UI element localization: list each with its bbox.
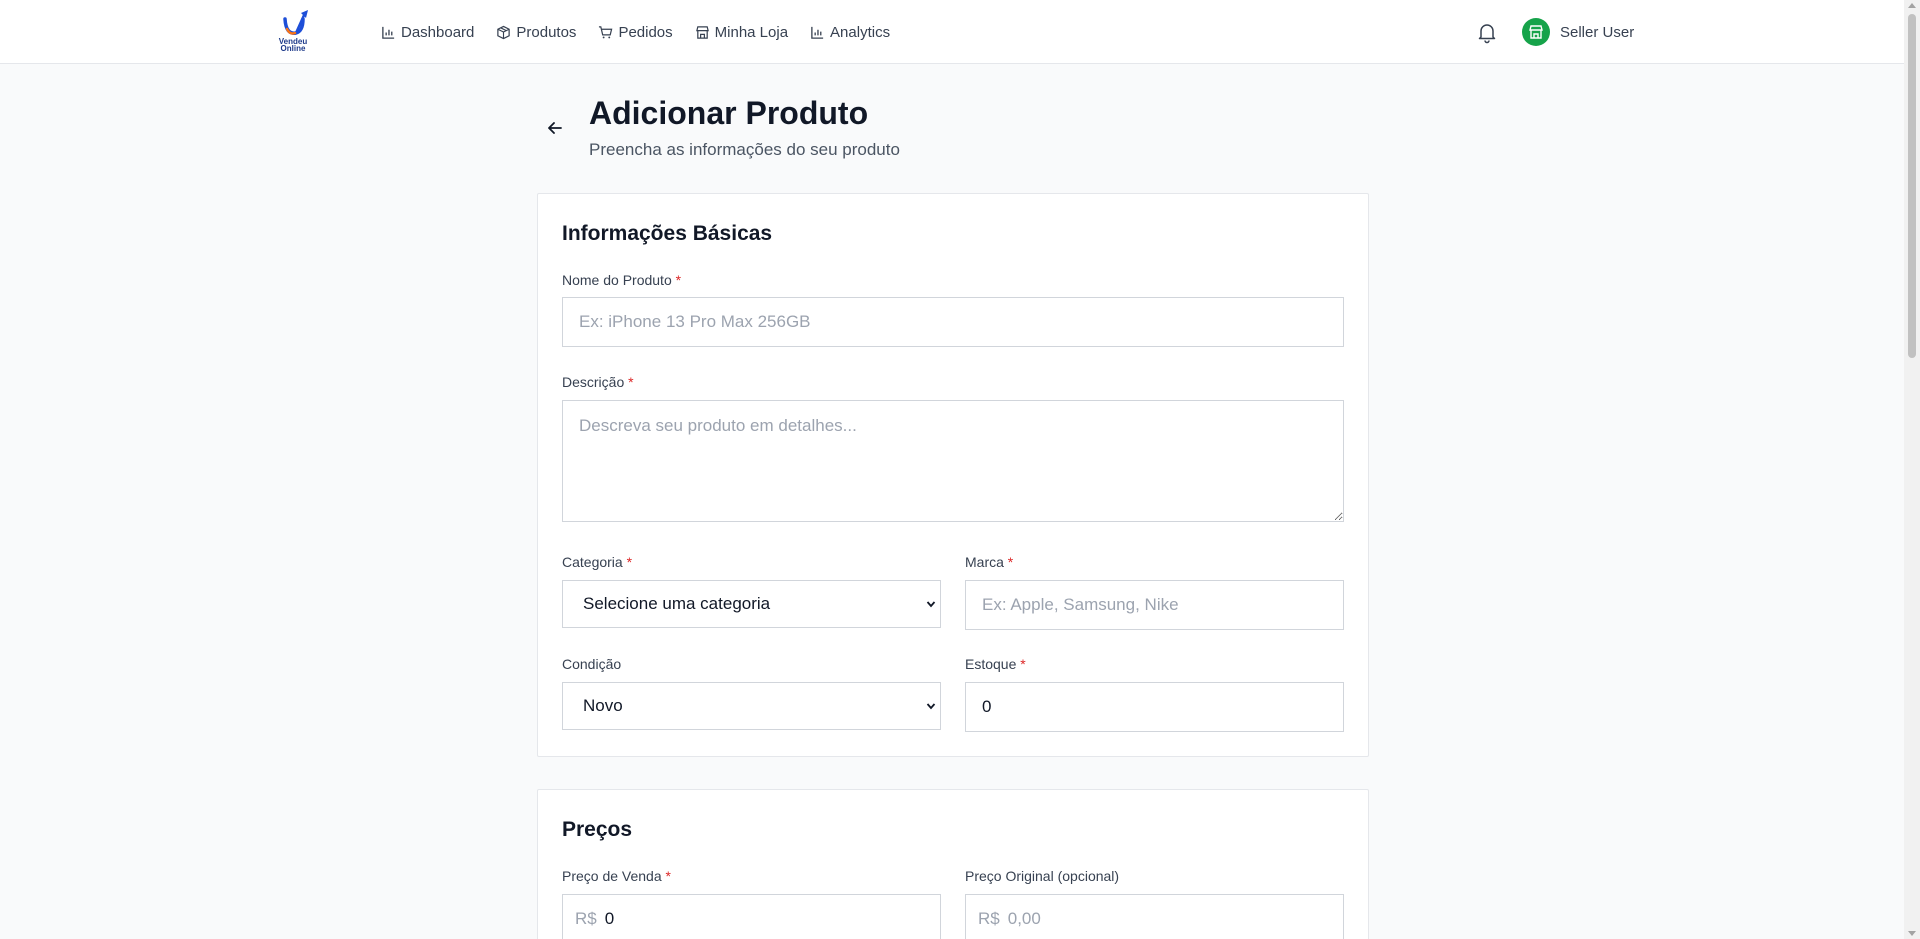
condition-select-value: Novo [583, 696, 623, 715]
original-price-label: Preço Original (opcional) [965, 868, 1120, 884]
required-marker: * [1007, 554, 1014, 570]
original-price-input[interactable]: R$ 0,00 [965, 894, 1344, 939]
notifications-bell-icon[interactable] [1475, 20, 1499, 44]
section-title-pricing: Preços [562, 818, 633, 841]
scroll-down-arrow-icon[interactable] [1908, 931, 1916, 936]
nav-item-dashboard[interactable]: Dashboard [381, 24, 474, 41]
section-title-basic-info: Informações Básicas [562, 222, 773, 245]
required-marker: * [626, 554, 633, 570]
main-nav: Dashboard Produtos Pedidos Minha Loja An… [381, 0, 890, 64]
avatar [1522, 18, 1550, 46]
back-arrow-icon[interactable] [545, 118, 565, 138]
original-price-placeholder: 0,00 [1007, 909, 1041, 928]
nav-item-minha-loja[interactable]: Minha Loja [695, 24, 788, 41]
sale-price-input[interactable]: R$ 0 [562, 894, 941, 939]
scrollbar-thumb[interactable] [1908, 14, 1916, 358]
sale-price-value: 0 [604, 909, 615, 928]
sale-price-label: Preço de Venda * [562, 868, 671, 884]
chevron-down-icon [926, 703, 936, 710]
store-icon [695, 25, 709, 39]
category-label: Categoria * [562, 554, 633, 570]
chevron-down-icon [926, 601, 936, 608]
logo-text-line2: Online [280, 44, 306, 53]
user-menu[interactable]: Seller User [1522, 18, 1634, 46]
brand-input[interactable] [965, 580, 1344, 630]
nav-item-analytics[interactable]: Analytics [810, 24, 890, 41]
condition-label: Condição [562, 656, 622, 672]
nav-item-label: Minha Loja [714, 23, 789, 41]
basic-info-card: Informações Básicas Nome do Produto * De… [537, 193, 1369, 757]
scroll-up-arrow-icon[interactable] [1908, 3, 1916, 8]
nav-item-produtos[interactable]: Produtos [496, 24, 576, 41]
bar-chart-icon [382, 26, 395, 39]
nav-item-label: Analytics [830, 23, 891, 41]
required-marker: * [1020, 656, 1026, 672]
description-label: Descrição * [562, 374, 634, 390]
stock-label: Estoque * [965, 656, 1026, 672]
description-textarea[interactable] [562, 400, 1344, 522]
logo-mark-icon [283, 10, 308, 35]
vendeu-online-logo[interactable]: Vendeu Online [276, 9, 310, 53]
store-icon [1529, 25, 1543, 39]
currency-prefix: R$ [575, 909, 597, 928]
bar-chart-icon [811, 26, 824, 39]
brand-label: Marca * [965, 554, 1014, 570]
category-select-value: Selecione uma categoria [583, 594, 771, 613]
required-marker: * [675, 272, 682, 288]
nav-item-pedidos[interactable]: Pedidos [598, 23, 673, 41]
page-subtitle: Preencha as informações do seu produto [589, 140, 900, 159]
cart-icon [599, 25, 613, 38]
user-name: Seller User [1560, 23, 1635, 41]
nav-item-label: Dashboard [401, 23, 475, 41]
page-title: Adicionar Produto [589, 95, 869, 131]
required-marker: * [628, 374, 634, 390]
condition-select[interactable]: Novo [562, 682, 941, 730]
pricing-card: Preços Preço de Venda * R$ 0 Preço Origi… [537, 789, 1369, 939]
required-marker: * [665, 868, 671, 884]
currency-prefix: R$ [978, 909, 1000, 928]
package-icon [497, 25, 511, 39]
nav-item-label: Produtos [516, 23, 577, 41]
category-select[interactable]: Selecione uma categoria [562, 580, 941, 628]
stock-input[interactable] [965, 682, 1344, 732]
product-name-label: Nome do Produto * [562, 272, 682, 288]
top-navbar: Vendeu Online Dashboard Produtos Pedidos… [0, 0, 1904, 64]
product-name-input[interactable] [562, 297, 1344, 347]
nav-item-label: Pedidos [618, 23, 673, 41]
page-scrollbar[interactable] [1904, 0, 1920, 939]
